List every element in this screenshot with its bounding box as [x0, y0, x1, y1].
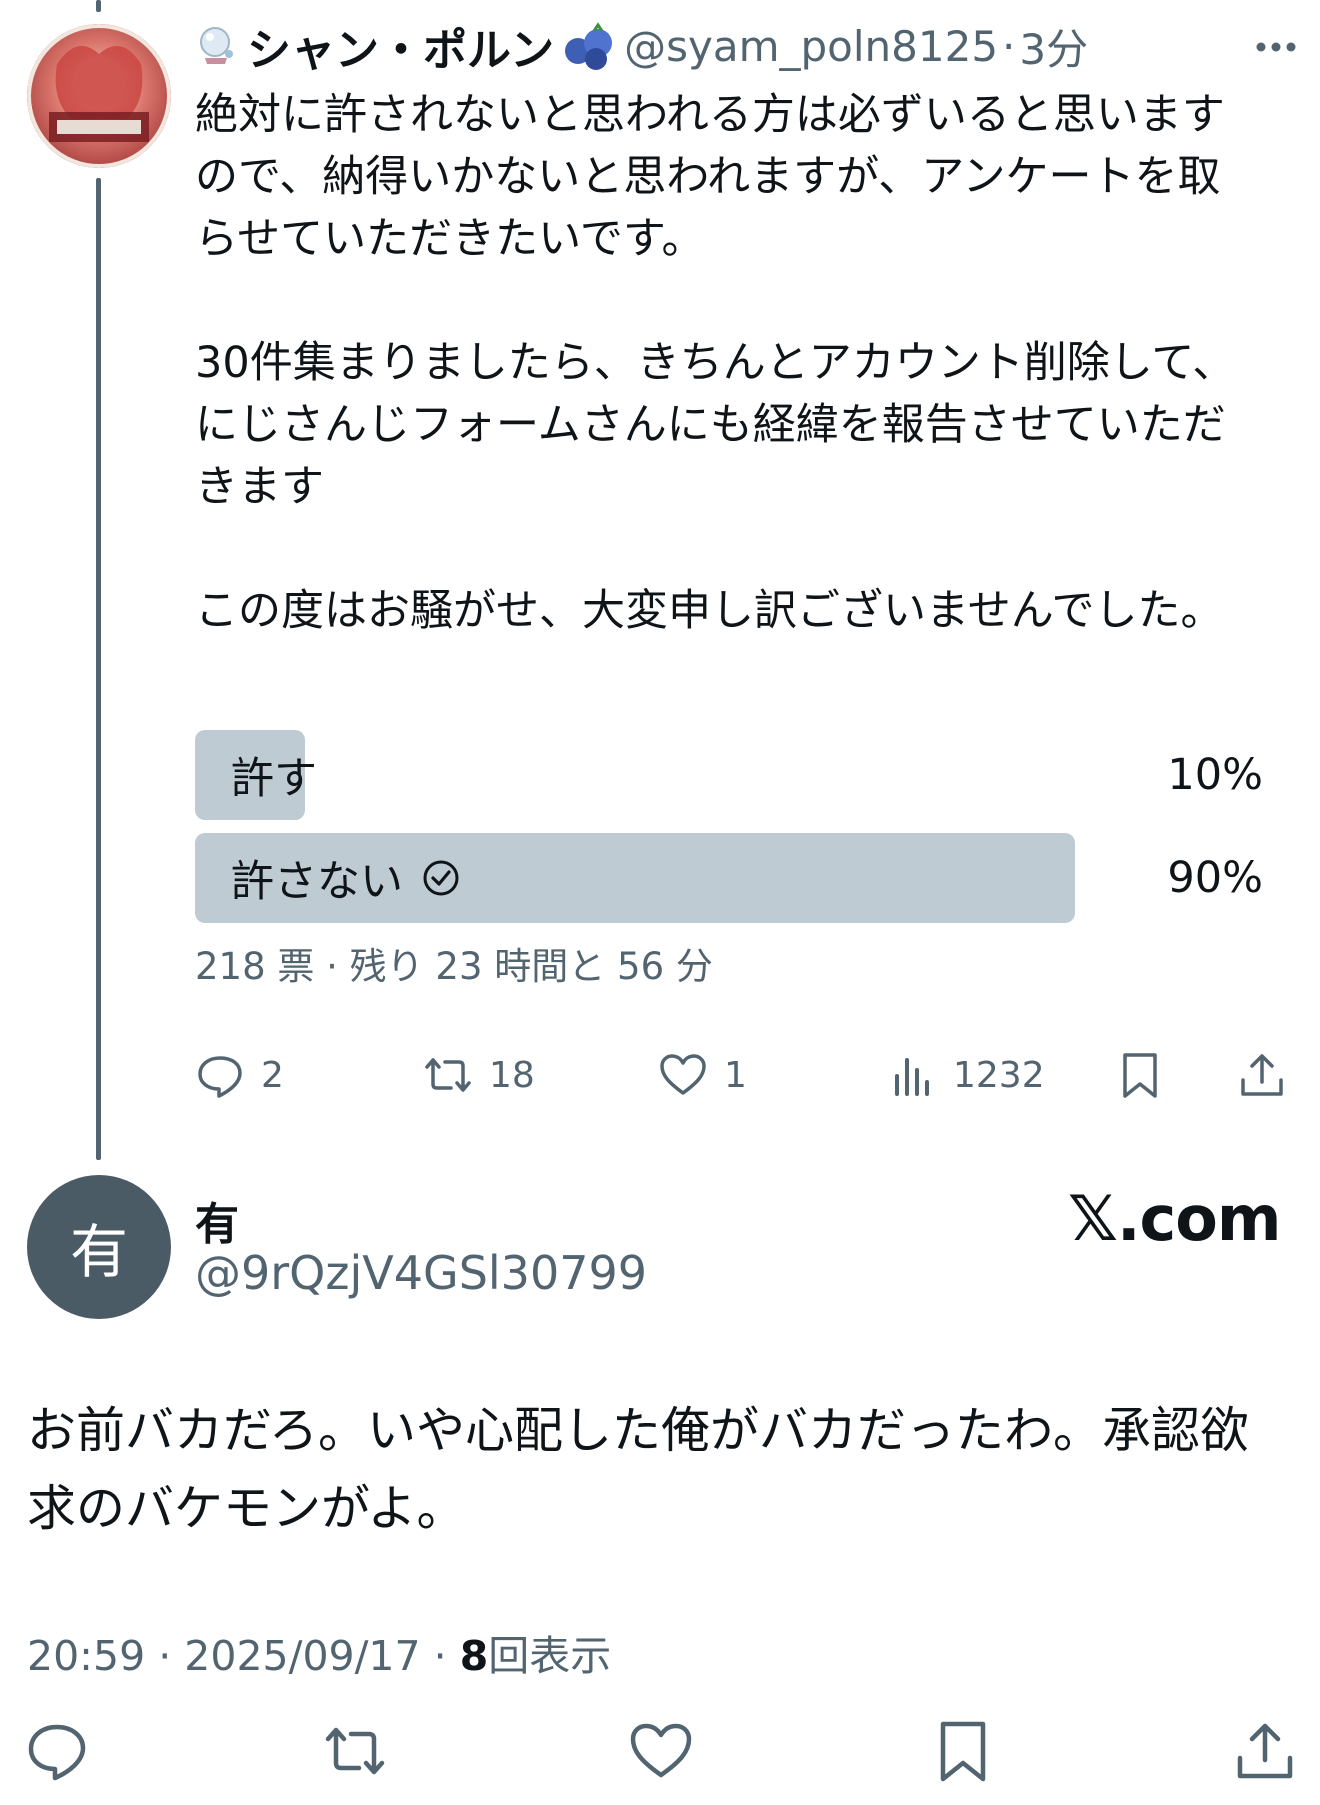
poll-option[interactable]: 許す 10%	[195, 730, 1275, 820]
poll-option-label-wrap: 許す	[195, 744, 317, 806]
tweet-paragraph: この度はお騒がせ、大変申し訳ございませんでした。	[195, 586, 1224, 636]
more-icon[interactable]	[1253, 32, 1299, 62]
poll-option-percent: 10%	[1167, 750, 1263, 800]
tweet-paragraph: 絶対に許されないと思われる方は必ずいると思いますので、納得いかないと思われますが…	[195, 90, 1225, 264]
share-button[interactable]	[1232, 1718, 1298, 1784]
share-icon	[1237, 1723, 1293, 1779]
retweet-icon	[325, 1727, 385, 1775]
date[interactable]: 2025/09/17	[184, 1632, 420, 1680]
tweet-thread-page: シャン・ポルン @syam_poln8125 · 3分 絶対に許されないと思われ…	[0, 0, 1320, 1805]
views-count: 1232	[953, 1054, 1045, 1096]
x-logo: 𝕏.com	[1068, 1182, 1281, 1255]
views-icon	[895, 1058, 929, 1096]
poll: 許す 10% 許さない 90% 218 票 · 残り 23 時間と 56 分	[195, 730, 1275, 990]
bookmark-icon	[1123, 1053, 1157, 1098]
thread-line-top	[96, 0, 101, 12]
poll-option-percent: 90%	[1167, 853, 1263, 903]
like-count: 1	[724, 1054, 747, 1096]
bookmark-icon	[940, 1721, 986, 1782]
avatar-initial: 有	[69, 1218, 128, 1286]
tweet-actions	[0, 1718, 1320, 1788]
reply-button[interactable]: 2	[195, 1040, 284, 1110]
thread-line	[96, 178, 101, 1160]
retweet-count: 18	[489, 1054, 535, 1096]
blueberries-icon	[565, 22, 613, 70]
tweet-text: 絶対に許されないと思われる方は必ずいると思いますので、納得いかないと思われますが…	[195, 84, 1255, 642]
avatar[interactable]: 有	[27, 1175, 171, 1319]
tweet-header: シャン・ポルン @syam_poln8125 · 3分	[195, 14, 1305, 78]
avatar-image	[27, 24, 171, 168]
views-label: 回表示	[488, 1632, 612, 1680]
avatar[interactable]	[27, 24, 171, 168]
separator: ·	[158, 1632, 172, 1680]
poll-option-label-wrap: 許さない	[195, 847, 461, 909]
check-circle-icon	[423, 860, 459, 896]
like-button[interactable]: 1	[658, 1040, 747, 1110]
tweet-meta: 20:59 · 2025/09/17 · 8回表示	[27, 1622, 611, 1682]
poll-option-label: 許さない	[231, 857, 403, 907]
handle[interactable]: @syam_poln8125	[624, 22, 998, 71]
reply-count: 2	[261, 1054, 284, 1096]
share-icon	[1241, 1054, 1283, 1096]
tweet-actions: 2 18 1 1232	[195, 1040, 1305, 1110]
separator: ·	[433, 1632, 447, 1680]
bookmark-button[interactable]	[1115, 1040, 1165, 1110]
like-icon	[660, 1054, 706, 1095]
reply-icon	[28, 1724, 86, 1781]
separator: ·	[1002, 21, 1016, 71]
display-name[interactable]: 有	[195, 1188, 239, 1252]
reply-button[interactable]	[24, 1718, 90, 1784]
like-button[interactable]	[628, 1718, 694, 1784]
poll-meta: 218 票 · 残り 23 時間と 56 分	[195, 945, 713, 988]
retweet-button[interactable]	[322, 1718, 388, 1784]
views-button[interactable]: 1232	[887, 1040, 1045, 1110]
poll-option-label: 許す	[231, 754, 317, 804]
timestamp[interactable]: 20:59	[27, 1632, 145, 1680]
tweet-text: お前バカだろ。いや心配した俺がバカだったわ。承認欲求のバケモンがよ。	[27, 1402, 1250, 1537]
timestamp[interactable]: 3分	[1019, 16, 1088, 77]
parent-tweet: シャン・ポルン @syam_poln8125 · 3分 絶対に許されないと思われ…	[195, 14, 1305, 642]
share-button[interactable]	[1237, 1040, 1287, 1110]
retweet-button[interactable]: 18	[423, 1040, 535, 1110]
reply-icon	[198, 1056, 242, 1098]
display-name[interactable]: シャン・ポルン	[247, 14, 554, 78]
bookmark-button[interactable]	[930, 1718, 996, 1784]
handle[interactable]: @9rQzjV4GSl30799	[195, 1246, 647, 1300]
views-count: 8	[459, 1632, 489, 1680]
tweet-paragraph: 30件集まりましたら、きちんとアカウント削除して、にじさんじフォームさんにも経緯…	[195, 338, 1236, 512]
retweet-icon	[425, 1058, 471, 1092]
crystal-ball-icon	[200, 27, 233, 64]
like-icon	[630, 1723, 692, 1778]
poll-option[interactable]: 許さない 90%	[195, 833, 1275, 923]
